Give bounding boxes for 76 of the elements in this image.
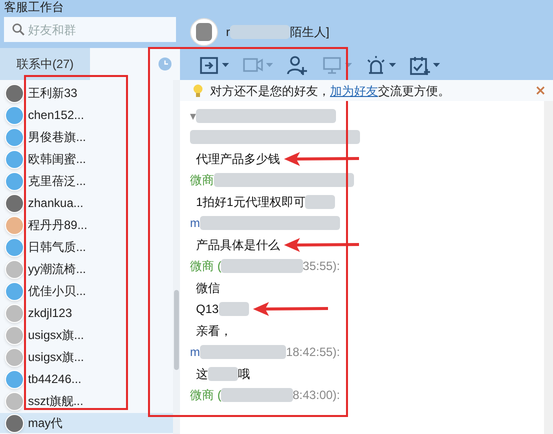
message-text: Q13 — [196, 301, 219, 318]
contact-item[interactable]: usigsx旗... — [0, 325, 173, 345]
contact-name: usigsx旗... — [28, 327, 84, 344]
contact-item[interactable]: 男俊巷旗... — [0, 127, 173, 147]
notice-text: 对方还不是您的好友， — [210, 82, 330, 100]
caret-icon — [345, 62, 352, 66]
scrollbar[interactable] — [173, 80, 180, 434]
contact-name: yy潮流椅... — [28, 261, 86, 278]
contact-name: 男俊巷旗... — [28, 129, 86, 146]
message-text: 产品具体是什么 — [196, 236, 280, 254]
contact-name: zhankua... — [28, 195, 84, 212]
message-time: 18:42:55): — [286, 344, 340, 362]
caret-icon — [433, 62, 440, 66]
notice-text: 交流更方便。 — [378, 82, 450, 100]
message-time: 8:43:00): — [292, 387, 340, 404]
message-text: 哦 — [238, 366, 250, 383]
search-field[interactable]: 好友和群 — [4, 17, 176, 42]
tab[interactable]: 联系中(27) — [0, 48, 90, 80]
sender-name: m — [190, 215, 200, 232]
contact-item[interactable]: sszt旗舰... — [0, 391, 173, 411]
contact-item[interactable]: yy潮流椅... — [0, 259, 173, 279]
contact-item[interactable]: may代 — [0, 413, 173, 433]
add-person-icon — [286, 54, 308, 76]
contact-name: 欧韩闺蜜... — [28, 151, 86, 168]
window-title: 客服工作台 — [3, 0, 65, 15]
alarm-icon — [365, 54, 387, 76]
sender-name: ▾ — [190, 108, 196, 125]
avatar[interactable] — [190, 18, 218, 46]
contact-item[interactable]: chen152... — [0, 105, 173, 125]
sender-name: m — [190, 344, 200, 362]
blurred-area — [221, 388, 293, 402]
contact-item[interactable]: 王利新33 — [0, 83, 173, 103]
contact-name: 克里蓓泛... — [28, 173, 86, 190]
contact-name: 王利新33 — [28, 85, 78, 102]
message-text: 代理产品多少钱 — [196, 150, 280, 168]
contact-name: zkdjl123 — [28, 305, 72, 322]
contact-item[interactable]: 日韩气质... — [0, 237, 173, 257]
contact-name: r — [226, 24, 230, 41]
message-time: 35:55): — [302, 258, 340, 276]
contact-name: chen152... — [28, 107, 84, 124]
contact-item[interactable]: usigsx旗... — [0, 347, 173, 367]
sender-name: 微商 — [190, 172, 214, 190]
blurred-area — [208, 366, 238, 381]
add-friend-link[interactable]: 加为好友 — [330, 82, 378, 100]
toolbar-button[interactable] — [365, 54, 396, 76]
contact-item[interactable]: 克里蓓泛... — [0, 171, 173, 191]
contact-name: 日韩气质... — [28, 239, 86, 256]
caret-icon — [266, 62, 273, 66]
contact-item[interactable]: 欧韩闺蜜... — [0, 149, 173, 169]
message-text: 亲看， — [196, 322, 232, 340]
lightbulb-icon — [192, 84, 204, 98]
contact-item[interactable]: zhankua... — [0, 193, 173, 213]
sender-name: 微商 ( — [190, 387, 222, 404]
contact-name: tb44246... — [28, 371, 82, 388]
contact-name: 程丹丹89... — [28, 217, 88, 234]
message-text: 1拍好1元代理权即可 — [196, 194, 306, 211]
contact-name: 优佳小贝... — [28, 283, 86, 300]
sender-name: 微商 ( — [190, 258, 222, 276]
contact-item[interactable]: zkdjl123 — [0, 303, 173, 323]
contact-name: sszt旗舰... — [28, 393, 84, 410]
caret-icon — [222, 62, 229, 66]
clock-icon — [158, 57, 172, 71]
caret-icon — [389, 62, 396, 66]
search-icon — [12, 23, 25, 36]
tab[interactable] — [90, 48, 180, 80]
contact-name: may代 — [28, 415, 63, 432]
toolbar-button[interactable] — [286, 54, 308, 76]
contact-item[interactable]: tb44246... — [0, 369, 173, 389]
close-icon[interactable] — [536, 86, 545, 95]
message-text: 这 — [196, 366, 208, 383]
contact-name: 陌生人] — [290, 24, 330, 41]
contact-item[interactable]: 优佳小贝... — [0, 281, 173, 301]
blurred-area — [230, 25, 290, 39]
message-text: 微信 — [196, 280, 220, 297]
contact-name: usigsx旗... — [28, 349, 84, 366]
contact-item[interactable]: 程丹丹89... — [0, 215, 173, 235]
